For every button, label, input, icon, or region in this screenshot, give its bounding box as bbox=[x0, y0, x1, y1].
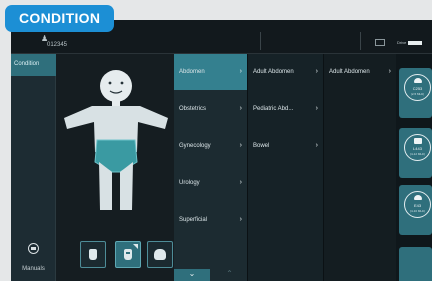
menu-item-label: Bowel bbox=[253, 143, 270, 149]
menu-item-label: Adult Abdomen bbox=[329, 69, 370, 75]
menu-item-adult-abdomen[interactable]: Adult Abdomen › bbox=[248, 54, 323, 90]
menu-item-obstetrics[interactable]: Obstetrics › bbox=[174, 91, 247, 127]
chevron-right-icon: › bbox=[239, 216, 242, 223]
probe-button-convex[interactable] bbox=[115, 241, 141, 268]
linear-probe-icon bbox=[89, 249, 97, 260]
monitor-icon bbox=[375, 39, 385, 46]
chevron-right-icon: › bbox=[239, 142, 242, 149]
probe-preset-panel: C253 (2-5 MHz) L443 (4-12 MHz) E43 (4-10… bbox=[396, 54, 432, 281]
chevron-right-icon: › bbox=[239, 179, 242, 186]
manual-icon bbox=[28, 243, 39, 254]
drive-status: Drive bbox=[397, 40, 423, 45]
topbar-divider bbox=[260, 32, 261, 50]
menu-item-label: Urology bbox=[179, 180, 200, 186]
manuals-label: Manuals bbox=[22, 266, 45, 272]
drive-capacity-bar bbox=[408, 40, 423, 45]
ultrasound-screen: ♟ 012345 Drive Condition Manuals Abdomen… bbox=[11, 20, 432, 281]
condition-badge: CONDITION bbox=[5, 5, 115, 32]
menu-item-bowel[interactable]: Bowel › bbox=[248, 128, 323, 164]
scroll-down-button[interactable]: ⌄ bbox=[174, 269, 210, 281]
probe-button-curved[interactable] bbox=[147, 241, 173, 268]
topbar-divider bbox=[360, 32, 361, 50]
probe-preset-c253[interactable]: C253 (2-5 MHz) bbox=[399, 68, 432, 118]
menu-item-label: Obstetrics bbox=[179, 106, 207, 112]
figure-eye-left bbox=[108, 81, 112, 85]
curved-probe-icon bbox=[414, 195, 422, 200]
chevron-right-icon: › bbox=[315, 105, 318, 112]
body-figure-panel bbox=[56, 54, 176, 281]
preset-frequency: (2-5 MHz) bbox=[410, 92, 425, 96]
figure-neck bbox=[112, 100, 120, 106]
menu-item-label: Adult Abdomen bbox=[253, 69, 294, 75]
column-divider bbox=[247, 54, 248, 281]
exam-category-column: Abdomen › Obstetrics › Gynecology › Urol… bbox=[174, 54, 247, 281]
convex-probe-icon bbox=[124, 249, 132, 260]
nav-condition-tab[interactable]: Condition bbox=[11, 54, 56, 76]
menu-item-adult-abdomen-preset[interactable]: Adult Abdomen › bbox=[324, 54, 396, 90]
chevron-right-icon: › bbox=[239, 68, 242, 75]
preset-circle: E43 (4-10 MHz) bbox=[404, 191, 431, 218]
chevron-right-icon: › bbox=[315, 68, 318, 75]
manuals-button[interactable]: Manuals bbox=[11, 243, 56, 275]
preset-circle: L443 (4-12 MHz) bbox=[404, 134, 431, 161]
menu-item-abdomen[interactable]: Abdomen › bbox=[174, 54, 247, 90]
patient-id: 012345 bbox=[47, 42, 68, 48]
curved-probe-icon bbox=[154, 249, 166, 260]
chevron-up-icon: ⌃ bbox=[226, 269, 233, 278]
probe-preset-e43[interactable]: E43 (4-10 MHz) bbox=[399, 185, 432, 235]
preset-frequency: (4-10 MHz) bbox=[409, 209, 425, 213]
chevron-down-icon: ⌄ bbox=[188, 269, 196, 278]
column-divider bbox=[323, 54, 324, 281]
chevron-right-icon: › bbox=[315, 142, 318, 149]
figure-head bbox=[100, 70, 132, 102]
menu-item-label: Abdomen bbox=[179, 69, 205, 75]
menu-item-label: Pediatric Abd... bbox=[253, 106, 294, 112]
menu-item-label: Gynecology bbox=[179, 143, 211, 149]
convex-probe-icon bbox=[414, 78, 422, 83]
menu-item-pediatric-abdomen[interactable]: Pediatric Abd... › bbox=[248, 91, 323, 127]
scroll-up-button[interactable]: ⌃ bbox=[212, 269, 247, 281]
preset-code: C253 bbox=[412, 86, 423, 91]
chevron-right-icon: › bbox=[388, 68, 391, 75]
menu-item-gynecology[interactable]: Gynecology › bbox=[174, 128, 247, 164]
exam-preset-column: Adult Abdomen › bbox=[324, 54, 396, 281]
preset-code: E43 bbox=[413, 203, 422, 208]
preset-code: L443 bbox=[413, 146, 422, 151]
figure-eye-right bbox=[120, 81, 124, 85]
probe-preset-l443[interactable]: L443 (4-12 MHz) bbox=[399, 128, 432, 178]
chevron-right-icon: › bbox=[239, 105, 242, 112]
menu-item-urology[interactable]: Urology › bbox=[174, 165, 247, 201]
menu-item-superficial[interactable]: Superficial › bbox=[174, 202, 247, 238]
selected-corner-icon bbox=[133, 244, 138, 249]
linear-probe-icon bbox=[414, 138, 422, 144]
probe-button-linear[interactable] bbox=[80, 241, 106, 268]
probe-preset-empty[interactable] bbox=[399, 247, 432, 281]
preset-frequency: (4-12 MHz) bbox=[409, 152, 425, 156]
left-navigation: Condition Manuals bbox=[11, 54, 56, 281]
menu-item-label: Superficial bbox=[179, 217, 208, 223]
preset-circle: C253 (2-5 MHz) bbox=[404, 74, 431, 101]
drive-label: Drive bbox=[397, 40, 407, 45]
body-region-figure[interactable] bbox=[56, 54, 176, 234]
exam-subcategory-column: Adult Abdomen › Pediatric Abd... › Bowel… bbox=[248, 54, 323, 281]
